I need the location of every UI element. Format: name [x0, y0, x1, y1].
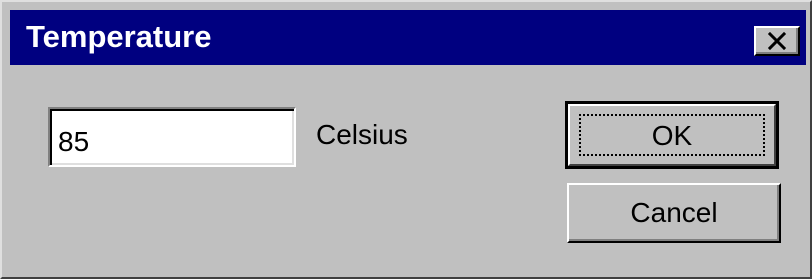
ok-button-label: OK — [579, 114, 765, 156]
unit-label: Celsius — [316, 119, 408, 150]
close-icon — [768, 32, 786, 50]
close-button[interactable] — [754, 26, 800, 56]
ok-button[interactable]: OK — [565, 101, 779, 169]
title-bar[interactable]: Temperature — [10, 10, 806, 65]
temperature-dialog: Temperature Celsius OK Cancel — [0, 0, 812, 279]
temperature-input[interactable] — [48, 107, 296, 167]
ok-button-face: OK — [568, 104, 776, 166]
dialog-title: Temperature — [26, 19, 212, 54]
cancel-button[interactable]: Cancel — [567, 183, 781, 243]
